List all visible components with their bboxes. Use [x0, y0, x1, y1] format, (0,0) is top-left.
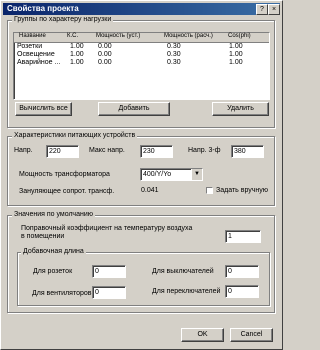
voltage-3ph-label: Напр. 3-ф — [188, 147, 221, 154]
loads-table[interactable]: Название К.С. Мощность (уст.) Мощность (… — [13, 32, 270, 100]
zero-seq-value: 0.041 — [141, 187, 159, 194]
voltage-label: Напр. — [14, 147, 33, 154]
title-bar: Свойства проекта ? × — [3, 3, 280, 15]
sockets-label: Для розеток — [33, 268, 73, 275]
row-cos: 1.00 — [229, 51, 243, 58]
chevron-down-icon[interactable]: ▼ — [191, 169, 202, 180]
row-cos: 1.00 — [229, 59, 243, 66]
col-cos-header[interactable]: Cos(phi) — [228, 33, 251, 42]
row-name: Освещение — [17, 51, 55, 58]
col-power-calc-header[interactable]: Мощность (расч.) — [164, 33, 213, 42]
loads-group-title: Группы по характеру нагрузки — [12, 16, 114, 23]
toggles-label: Для переключателей — [152, 288, 221, 295]
close-button[interactable]: × — [268, 4, 280, 15]
row-kc: 1.00 — [70, 51, 84, 58]
row-kc: 1.00 — [70, 43, 84, 50]
manual-checkbox[interactable] — [206, 187, 213, 194]
delete-button[interactable]: Удалить — [212, 102, 269, 116]
max-voltage-input[interactable]: 230 — [140, 145, 173, 158]
voltage-3ph-input[interactable]: 380 — [231, 145, 264, 158]
row-name: Розетки — [17, 43, 43, 50]
manual-label: Задать вручную — [216, 187, 269, 194]
calc-all-button[interactable]: Вычислить все — [15, 102, 72, 116]
supply-group-title: Характеристики питающих устройств — [12, 132, 138, 139]
row-cos: 1.00 — [229, 43, 243, 50]
row-power-calc: 0.30 — [167, 43, 181, 50]
col-power-inst-header[interactable]: Мощность (уст.) — [96, 33, 140, 42]
ok-button[interactable]: OK — [181, 328, 224, 342]
max-voltage-label: Макс напр. — [89, 147, 125, 154]
col-name-header[interactable]: Название — [19, 33, 46, 42]
col-kc-header[interactable]: К.С. — [67, 33, 78, 42]
help-button[interactable]: ? — [256, 4, 268, 15]
sockets-input[interactable]: 0 — [92, 265, 126, 278]
table-row[interactable]: Аварийное ... 1.00 0.00 0.30 1.00 — [14, 59, 269, 68]
fans-label: Для вентиляторов — [32, 290, 92, 297]
switches-label: Для выключателей — [152, 268, 214, 275]
toggles-input[interactable]: 0 — [225, 285, 259, 298]
window-title: Свойства проекта — [7, 4, 79, 13]
row-kc: 1.00 — [70, 59, 84, 66]
transformer-power-label: Мощность трансформатора — [19, 171, 110, 178]
zero-seq-label: Зануляющее сопрот. трансф. — [19, 188, 115, 195]
row-name: Аварийное ... — [17, 59, 61, 66]
fans-input[interactable]: 0 — [92, 286, 126, 299]
switches-input[interactable]: 0 — [225, 265, 259, 278]
row-power-inst: 0.00 — [98, 51, 112, 58]
row-power-calc: 0.30 — [167, 51, 181, 58]
voltage-input[interactable]: 220 — [46, 145, 79, 158]
row-power-inst: 0.00 — [98, 59, 112, 66]
transformer-power-value: 400/Y/Yo — [143, 171, 172, 178]
transformer-power-select[interactable]: 400/Y/Yo ▼ — [140, 168, 203, 181]
defaults-group-title: Значения по умолчанию — [12, 211, 95, 218]
add-button[interactable]: Добавить — [98, 102, 170, 116]
temp-coeff-label: Поправочный коэффициент на температуру в… — [21, 225, 193, 240]
extra-length-title: Добавочная длина — [21, 248, 86, 255]
row-power-inst: 0.00 — [98, 43, 112, 50]
temp-coeff-input[interactable]: 1 — [225, 230, 261, 243]
project-properties-dialog: Свойства проекта ? × Группы по характеру… — [0, 0, 283, 350]
cancel-button[interactable]: Cancel — [230, 328, 273, 342]
row-power-calc: 0.30 — [167, 59, 181, 66]
